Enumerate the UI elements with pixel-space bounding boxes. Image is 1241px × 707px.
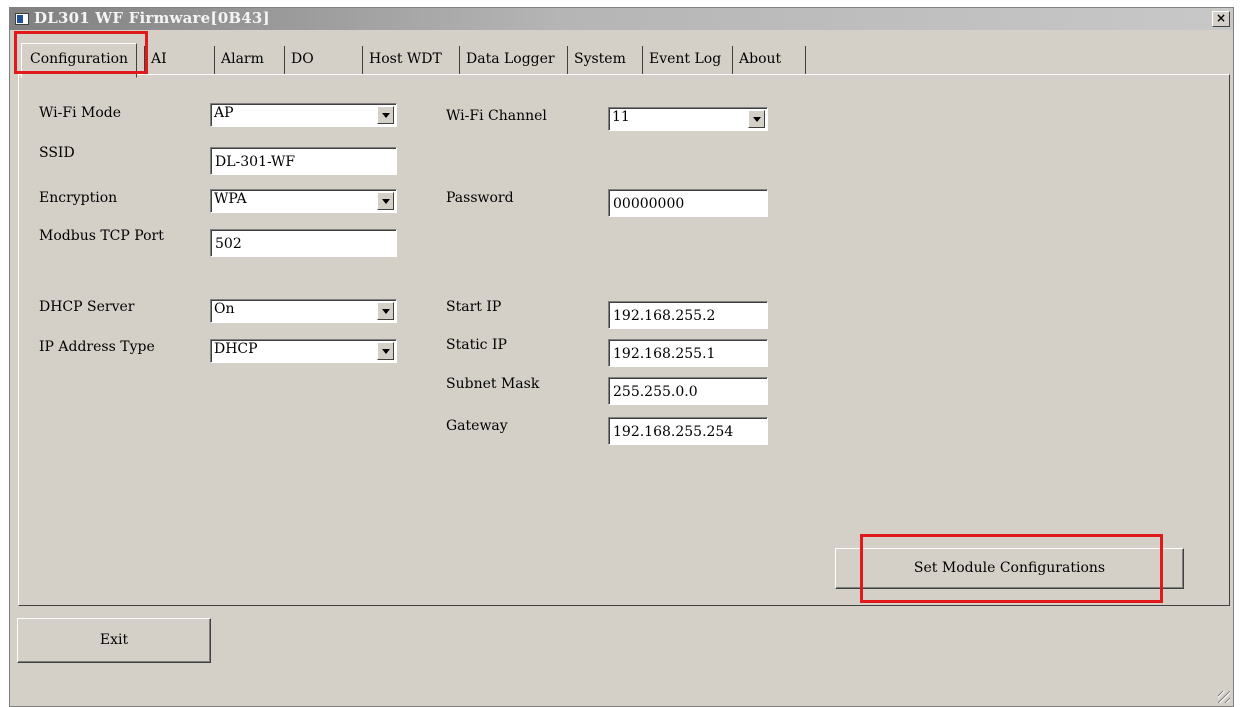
app-window: DL301 WF Firmware[0B43] × Configuration … <box>9 7 1234 707</box>
window-title: DL301 WF Firmware[0B43] <box>34 9 270 27</box>
tab-system[interactable]: System <box>567 46 626 74</box>
subnet-mask-label: Subnet Mask <box>446 376 540 392</box>
close-button[interactable]: × <box>1212 11 1230 27</box>
tab-event-log[interactable]: Event Log <box>642 46 721 74</box>
tab-end-divider <box>805 46 806 74</box>
subnet-mask-field[interactable]: 255.255.0.0 <box>608 377 768 405</box>
tab-do[interactable]: DO <box>284 46 314 74</box>
encryption-label: Encryption <box>39 190 118 206</box>
wifi-channel-select[interactable]: 11 <box>608 107 768 131</box>
wifi-channel-label: Wi-Fi Channel <box>446 108 547 124</box>
tab-data-logger[interactable]: Data Logger <box>459 46 555 74</box>
gateway-field[interactable]: 192.168.255.254 <box>608 417 768 445</box>
tab-alarm[interactable]: Alarm <box>214 46 264 74</box>
gateway-label: Gateway <box>446 418 508 434</box>
ip-address-type-label: IP Address Type <box>39 339 155 355</box>
ip-address-type-value: DHCP <box>214 341 258 357</box>
tab-host-wdt[interactable]: Host WDT <box>362 46 442 74</box>
app-icon <box>15 13 29 25</box>
dropdown-arrow-icon[interactable] <box>377 342 394 360</box>
set-module-configurations-button[interactable]: Set Module Configurations <box>835 548 1184 589</box>
configuration-panel: Wi-Fi Mode AP SSID DL-301-WF Encryption … <box>18 74 1230 606</box>
modbus-port-field[interactable]: 502 <box>210 229 397 257</box>
password-field[interactable]: 00000000 <box>608 189 768 217</box>
start-ip-field[interactable]: 192.168.255.2 <box>608 301 768 329</box>
dhcp-server-value: On <box>214 301 235 317</box>
wifi-mode-value: AP <box>214 105 234 121</box>
static-ip-value: 192.168.255.1 <box>613 346 716 362</box>
exit-button[interactable]: Exit <box>17 618 211 663</box>
tab-about[interactable]: About <box>732 46 781 74</box>
ssid-label: SSID <box>39 145 75 161</box>
subnet-mask-value: 255.255.0.0 <box>613 384 698 400</box>
dropdown-arrow-icon[interactable] <box>377 192 394 210</box>
dropdown-arrow-icon[interactable] <box>377 302 394 320</box>
wifi-mode-select[interactable]: AP <box>210 103 397 127</box>
resize-grip-icon[interactable] <box>1218 691 1230 703</box>
tab-configuration[interactable]: Configuration <box>21 43 138 78</box>
dhcp-server-select[interactable]: On <box>210 299 397 323</box>
title-bar[interactable]: DL301 WF Firmware[0B43] × <box>10 8 1233 30</box>
dropdown-arrow-icon[interactable] <box>748 110 765 128</box>
gateway-value: 192.168.255.254 <box>613 424 734 440</box>
password-value: 00000000 <box>613 196 685 212</box>
start-ip-value: 192.168.255.2 <box>613 308 716 324</box>
dropdown-arrow-icon[interactable] <box>377 106 394 124</box>
static-ip-label: Static IP <box>446 337 507 353</box>
static-ip-field[interactable]: 192.168.255.1 <box>608 339 768 367</box>
wifi-channel-value: 11 <box>612 109 630 125</box>
wifi-mode-label: Wi-Fi Mode <box>39 105 122 121</box>
ssid-value: DL-301-WF <box>215 154 296 170</box>
start-ip-label: Start IP <box>446 299 502 315</box>
modbus-port-label: Modbus TCP Port <box>39 228 164 244</box>
encryption-select[interactable]: WPA <box>210 189 397 213</box>
password-label: Password <box>446 190 514 206</box>
tab-ai[interactable]: AI <box>144 46 167 74</box>
encryption-value: WPA <box>214 191 247 207</box>
ip-address-type-select[interactable]: DHCP <box>210 339 397 363</box>
dhcp-server-label: DHCP Server <box>39 299 135 315</box>
modbus-port-value: 502 <box>215 236 242 252</box>
ssid-field[interactable]: DL-301-WF <box>210 147 397 175</box>
